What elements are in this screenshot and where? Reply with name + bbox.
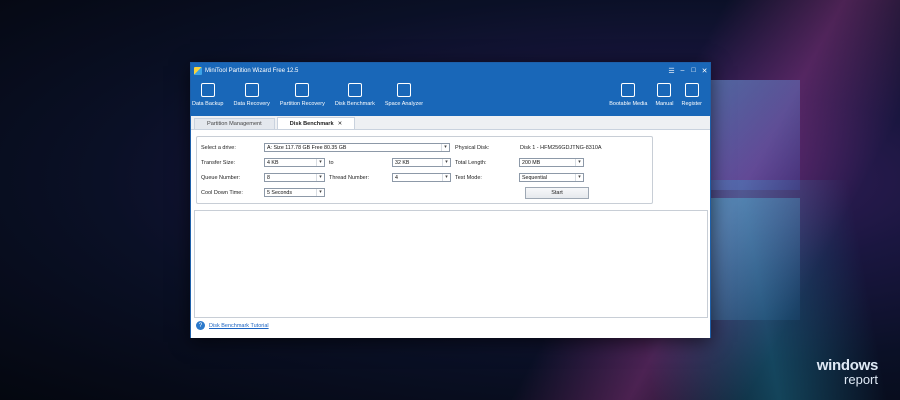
chevron-down-icon: ▾ (316, 189, 324, 196)
queue-number-label: Queue Number: (201, 175, 241, 181)
toolbar-label: Manual (655, 101, 674, 107)
toolbar-right-group: Bootable Media Manual Register (608, 78, 710, 116)
windows-report-watermark: windows report (816, 357, 879, 387)
transfer-size-label: Transfer Size: (201, 160, 236, 166)
thread-number-select[interactable]: 4 ▾ (392, 173, 451, 182)
title-bar[interactable]: MiniTool Partition Wizard Free 12.5 ☰ – … (191, 63, 710, 78)
toolbar-label: Data Recovery (233, 101, 270, 107)
tutorial-footer: ? Disk Benchmark Tutorial (196, 321, 269, 330)
partition-wizard-window: MiniTool Partition Wizard Free 12.5 ☰ – … (190, 62, 711, 338)
manual-icon (657, 83, 672, 97)
space-analyzer-icon (396, 83, 411, 97)
toolbar-label: Space Analyzer (384, 101, 424, 107)
transfer-size-to-select[interactable]: 32 KB ▾ (392, 158, 451, 167)
close-tab-icon[interactable]: ✕ (338, 121, 343, 127)
window-title: MiniTool Partition Wizard Free 12.5 (205, 67, 299, 74)
disk-benchmark-icon (347, 83, 362, 97)
main-toolbar: Data Backup Data Recovery Partition Reco… (191, 78, 710, 116)
tab-partition-management[interactable]: Partition Management (194, 118, 275, 129)
start-button-label: Start (551, 190, 563, 196)
toolbar-partition-recovery[interactable]: Partition Recovery (280, 78, 325, 116)
total-length-select[interactable]: 200 MB ▾ (519, 158, 584, 167)
thread-number-label: Thread Number: (329, 175, 370, 181)
toolbar-label: Register (681, 101, 702, 107)
help-icon[interactable]: ? (196, 321, 205, 330)
watermark-line2: report (844, 372, 878, 387)
toolbar-label: Bootable Media (609, 101, 648, 107)
maximize-button[interactable]: □ (688, 63, 699, 78)
disk-benchmark-tutorial-link[interactable]: Disk Benchmark Tutorial (209, 323, 269, 329)
toolbar-manual[interactable]: Manual (655, 78, 674, 116)
chevron-down-icon: ▾ (575, 159, 583, 166)
benchmark-content: Select a drive: A: Size 117.78 GB Free 8… (191, 130, 710, 338)
toolbar-data-backup[interactable]: Data Backup (192, 78, 224, 116)
tab-label: Disk Benchmark (289, 120, 334, 127)
toolbar-label: Partition Recovery (279, 101, 325, 107)
toolbar-space-analyzer[interactable]: Space Analyzer (385, 78, 423, 116)
tab-strip: Partition Management Disk Benchmark ✕ (191, 116, 710, 130)
queue-number-value: 8 (267, 174, 270, 181)
toolbar-bootable-media[interactable]: Bootable Media (609, 78, 647, 116)
data-recovery-icon (244, 83, 259, 97)
tab-label: Partition Management (207, 121, 262, 127)
cool-down-time-label: Cool Down Time: (201, 190, 243, 196)
test-mode-value: Sequential (522, 174, 548, 181)
physical-disk-value: Disk 1 - HFM256GDJTNG-8310A (520, 145, 602, 151)
toolbar-disk-benchmark[interactable]: Disk Benchmark (335, 78, 375, 116)
app-logo-icon (194, 66, 202, 75)
toolbar-label: Disk Benchmark (334, 101, 375, 107)
minimize-button[interactable]: – (677, 63, 688, 78)
cool-down-time-select[interactable]: 5 Seconds ▾ (264, 188, 325, 197)
cool-down-time-value: 5 Seconds (267, 189, 293, 196)
chevron-down-icon: ▾ (441, 144, 449, 151)
total-length-label: Total Length: (455, 160, 487, 166)
benchmark-results-area (194, 210, 708, 318)
hamburger-menu-icon[interactable]: ☰ (666, 63, 677, 78)
to-label: to (329, 160, 334, 166)
test-mode-label: Test Mode: (455, 175, 482, 181)
toolbar-data-recovery[interactable]: Data Recovery (234, 78, 270, 116)
windows-logo-wallpaper (705, 80, 825, 320)
data-backup-icon (200, 83, 215, 97)
start-button[interactable]: Start (525, 187, 589, 199)
drive-select-value: A: Size 117.78 GB Free 80.35 GB (267, 144, 347, 151)
total-length-value: 200 MB (522, 159, 541, 166)
physical-disk-label: Physical Disk: (455, 145, 490, 151)
benchmark-settings-panel: Select a drive: A: Size 117.78 GB Free 8… (196, 136, 653, 204)
drive-select[interactable]: A: Size 117.78 GB Free 80.35 GB ▾ (264, 143, 450, 152)
chevron-down-icon: ▾ (316, 159, 324, 166)
transfer-size-from-select[interactable]: 4 KB ▾ (264, 158, 325, 167)
watermark-line1: windows (816, 357, 879, 374)
partition-recovery-icon (295, 83, 310, 97)
bootable-media-icon (621, 83, 636, 97)
chevron-down-icon: ▾ (442, 174, 450, 181)
register-icon (684, 83, 699, 97)
queue-number-select[interactable]: 8 ▾ (264, 173, 325, 182)
close-button[interactable]: ✕ (699, 63, 710, 78)
transfer-size-to-value: 32 KB (395, 159, 410, 166)
chevron-down-icon: ▾ (575, 174, 583, 181)
chevron-down-icon: ▾ (442, 159, 450, 166)
test-mode-select[interactable]: Sequential ▾ (519, 173, 584, 182)
thread-number-value: 4 (395, 174, 398, 181)
tab-disk-benchmark[interactable]: Disk Benchmark ✕ (276, 117, 356, 129)
chevron-down-icon: ▾ (316, 174, 324, 181)
window-controls: ☰ – □ ✕ (666, 63, 710, 78)
transfer-size-from-value: 4 KB (267, 159, 279, 166)
toolbar-label: Data Backup (192, 101, 224, 107)
toolbar-register[interactable]: Register (682, 78, 702, 116)
select-drive-label: Select a drive: (201, 145, 236, 151)
